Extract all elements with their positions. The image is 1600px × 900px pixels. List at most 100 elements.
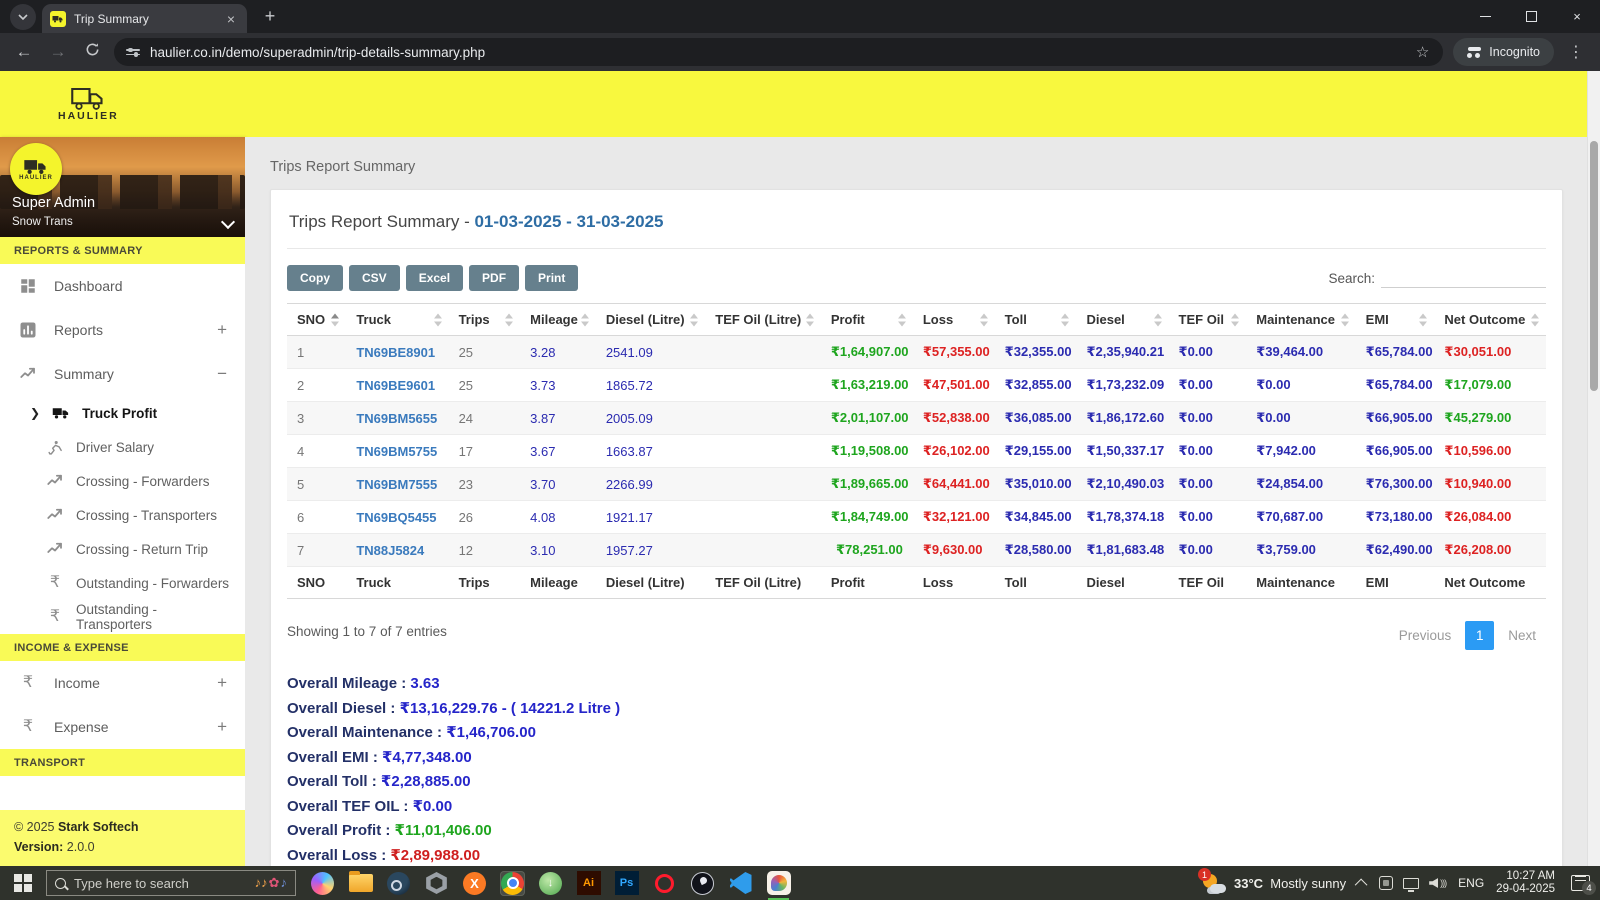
sidebar-item-truck-profit[interactable]: ❯Truck Profit bbox=[0, 396, 245, 430]
chevron-down-icon[interactable] bbox=[221, 215, 235, 229]
profile-panel[interactable]: HAULIER Super Admin Snow Trans bbox=[0, 137, 245, 237]
pagination-page-1[interactable]: 1 bbox=[1465, 621, 1494, 650]
csv-button[interactable]: CSV bbox=[349, 265, 400, 291]
column-header-truck[interactable]: Truck bbox=[346, 304, 448, 336]
chrome-icon[interactable] bbox=[500, 871, 525, 896]
cell-diesel_litre: 1663.87 bbox=[596, 435, 705, 468]
column-header-sno[interactable]: SNO bbox=[287, 304, 346, 336]
expand-toggle-icon[interactable]: + bbox=[217, 673, 227, 693]
excel-button[interactable]: Excel bbox=[406, 265, 463, 291]
volume-icon[interactable]: ))) bbox=[1429, 878, 1446, 888]
print-button[interactable]: Print bbox=[525, 265, 578, 291]
forward-icon[interactable]: → bbox=[46, 42, 70, 62]
column-header-diesel[interactable]: Diesel bbox=[1076, 304, 1168, 336]
cell-emi: ₹66,905.00 bbox=[1356, 402, 1435, 435]
cell-tef_oil_litre bbox=[705, 534, 821, 567]
expand-toggle-icon[interactable]: − bbox=[217, 364, 227, 384]
pagination-next[interactable]: Next bbox=[1498, 623, 1546, 648]
copy-button[interactable]: Copy bbox=[287, 265, 343, 291]
cell-sno: 1 bbox=[287, 336, 346, 369]
sidebar-item-crossing-return-trip[interactable]: Crossing - Return Trip bbox=[0, 532, 245, 566]
tab-list-chevron-icon[interactable] bbox=[10, 4, 36, 30]
table-row: 7TN88J5824123.101957.27₹78,251.00₹9,630.… bbox=[287, 534, 1546, 567]
taskbar-search[interactable]: Type here to search ♪♪✿♪ bbox=[46, 870, 296, 896]
cell-diesel: ₹2,35,940.21 bbox=[1076, 336, 1168, 369]
new-tab-button[interactable]: + bbox=[257, 6, 283, 27]
vscode-icon[interactable] bbox=[728, 871, 753, 896]
cell-truck[interactable]: TN69BM5755 bbox=[346, 435, 448, 468]
cell-truck[interactable]: TN88J5824 bbox=[346, 534, 448, 567]
tray-app-icon[interactable] bbox=[1379, 876, 1393, 890]
sidebar-item-dashboard[interactable]: Dashboard bbox=[0, 264, 245, 308]
photoshop-icon[interactable]: Ps bbox=[614, 871, 639, 896]
browser-menu-icon[interactable]: ⋮ bbox=[1564, 42, 1588, 62]
bookmark-star-icon[interactable]: ☆ bbox=[1408, 43, 1437, 61]
column-header-diesel_litre[interactable]: Diesel (Litre) bbox=[596, 304, 705, 336]
cell-truck[interactable]: TN69BM7555 bbox=[346, 468, 448, 501]
sidebar-item-crossing-forwarders[interactable]: Crossing - Forwarders bbox=[0, 464, 245, 498]
xampp-icon[interactable]: X bbox=[462, 871, 487, 896]
sidebar-item-summary[interactable]: Summary− bbox=[0, 352, 245, 396]
illustrator-icon[interactable]: Ai bbox=[576, 871, 601, 896]
column-header-loss[interactable]: Loss bbox=[913, 304, 995, 336]
pdf-button[interactable]: PDF bbox=[469, 265, 519, 291]
window-minimize-button[interactable] bbox=[1462, 0, 1508, 33]
window-restore-button[interactable] bbox=[1508, 0, 1554, 33]
column-header-tef_oil_litre[interactable]: TEF Oil (Litre) bbox=[705, 304, 821, 336]
column-header-mileage[interactable]: Mileage bbox=[520, 304, 596, 336]
cell-truck[interactable]: TN69BE8901 bbox=[346, 336, 448, 369]
scrollbar-thumb[interactable] bbox=[1590, 141, 1598, 391]
cell-loss: ₹32,121.00 bbox=[913, 501, 995, 534]
browser-tab[interactable]: Trip Summary × bbox=[42, 4, 247, 33]
pagination-previous[interactable]: Previous bbox=[1389, 623, 1462, 648]
tab-close-icon[interactable]: × bbox=[223, 11, 239, 27]
column-header-trips[interactable]: Trips bbox=[449, 304, 521, 336]
expand-toggle-icon[interactable]: + bbox=[217, 717, 227, 737]
file-explorer-icon[interactable] bbox=[348, 871, 373, 896]
steam-icon[interactable] bbox=[386, 871, 411, 896]
idm-icon[interactable]: ↓ bbox=[538, 871, 563, 896]
column-header-emi[interactable]: EMI bbox=[1356, 304, 1435, 336]
sidebar-item-outstanding-transporters[interactable]: ₹Outstanding - Transporters bbox=[0, 600, 245, 634]
cell-truck[interactable]: TN69BM5655 bbox=[346, 402, 448, 435]
tray-chevron-up-icon[interactable] bbox=[1355, 878, 1368, 891]
sidebar-item-crossing-transporters[interactable]: Crossing - Transporters bbox=[0, 498, 245, 532]
cell-tef_oil: ₹0.00 bbox=[1169, 336, 1247, 369]
network-icon[interactable] bbox=[1403, 878, 1419, 889]
weather-widget[interactable]: 1 33°C Mostly sunny bbox=[1202, 872, 1346, 894]
cell-maintenance: ₹0.00 bbox=[1246, 369, 1355, 402]
site-controls-icon[interactable] bbox=[126, 49, 140, 55]
address-bar[interactable]: haulier.co.in/demo/superadmin/trip-detai… bbox=[114, 38, 1443, 66]
expand-toggle-icon[interactable]: + bbox=[217, 320, 227, 340]
column-header-net_outcome[interactable]: Net Outcome bbox=[1434, 304, 1546, 336]
sidebar-item-outstanding-forwarders[interactable]: ₹Outstanding - Forwarders bbox=[0, 566, 245, 600]
sidebar-item-expense[interactable]: ₹Expense+ bbox=[0, 705, 245, 749]
paint-icon[interactable] bbox=[766, 871, 791, 896]
sidebar-item-label: Outstanding - Transporters bbox=[76, 602, 231, 632]
search-input[interactable] bbox=[1381, 268, 1546, 288]
obs-icon[interactable] bbox=[690, 871, 715, 896]
clock[interactable]: 10:27 AM 29-04-2025 bbox=[1496, 870, 1555, 896]
cell-truck[interactable]: TN69BQ5455 bbox=[346, 501, 448, 534]
sidebar-item-income[interactable]: ₹Income+ bbox=[0, 661, 245, 705]
column-header-maintenance[interactable]: Maintenance bbox=[1246, 304, 1355, 336]
column-header-profit[interactable]: Profit bbox=[821, 304, 913, 336]
sidebar-item-reports[interactable]: Reports+ bbox=[0, 308, 245, 352]
copilot-icon[interactable] bbox=[310, 871, 335, 896]
language-indicator[interactable]: ENG bbox=[1458, 876, 1484, 890]
page-scrollbar[interactable] bbox=[1587, 71, 1600, 866]
notifications-icon[interactable]: 4 bbox=[1571, 875, 1590, 891]
overall-value: ₹11,01,406.00 bbox=[395, 822, 492, 839]
opera-icon[interactable] bbox=[652, 871, 677, 896]
hexagon-app-icon[interactable] bbox=[424, 871, 449, 896]
footer-header-diesel: Diesel bbox=[1076, 567, 1168, 599]
reload-icon[interactable] bbox=[80, 42, 104, 62]
column-header-tef_oil[interactable]: TEF Oil bbox=[1169, 304, 1247, 336]
back-icon[interactable]: ← bbox=[12, 42, 36, 62]
start-button[interactable] bbox=[0, 866, 46, 900]
column-header-toll[interactable]: Toll bbox=[995, 304, 1077, 336]
window-close-button[interactable]: × bbox=[1554, 0, 1600, 33]
cell-mileage: 4.08 bbox=[520, 501, 596, 534]
cell-truck[interactable]: TN69BE9601 bbox=[346, 369, 448, 402]
sidebar-item-driver-salary[interactable]: Driver Salary bbox=[0, 430, 245, 464]
